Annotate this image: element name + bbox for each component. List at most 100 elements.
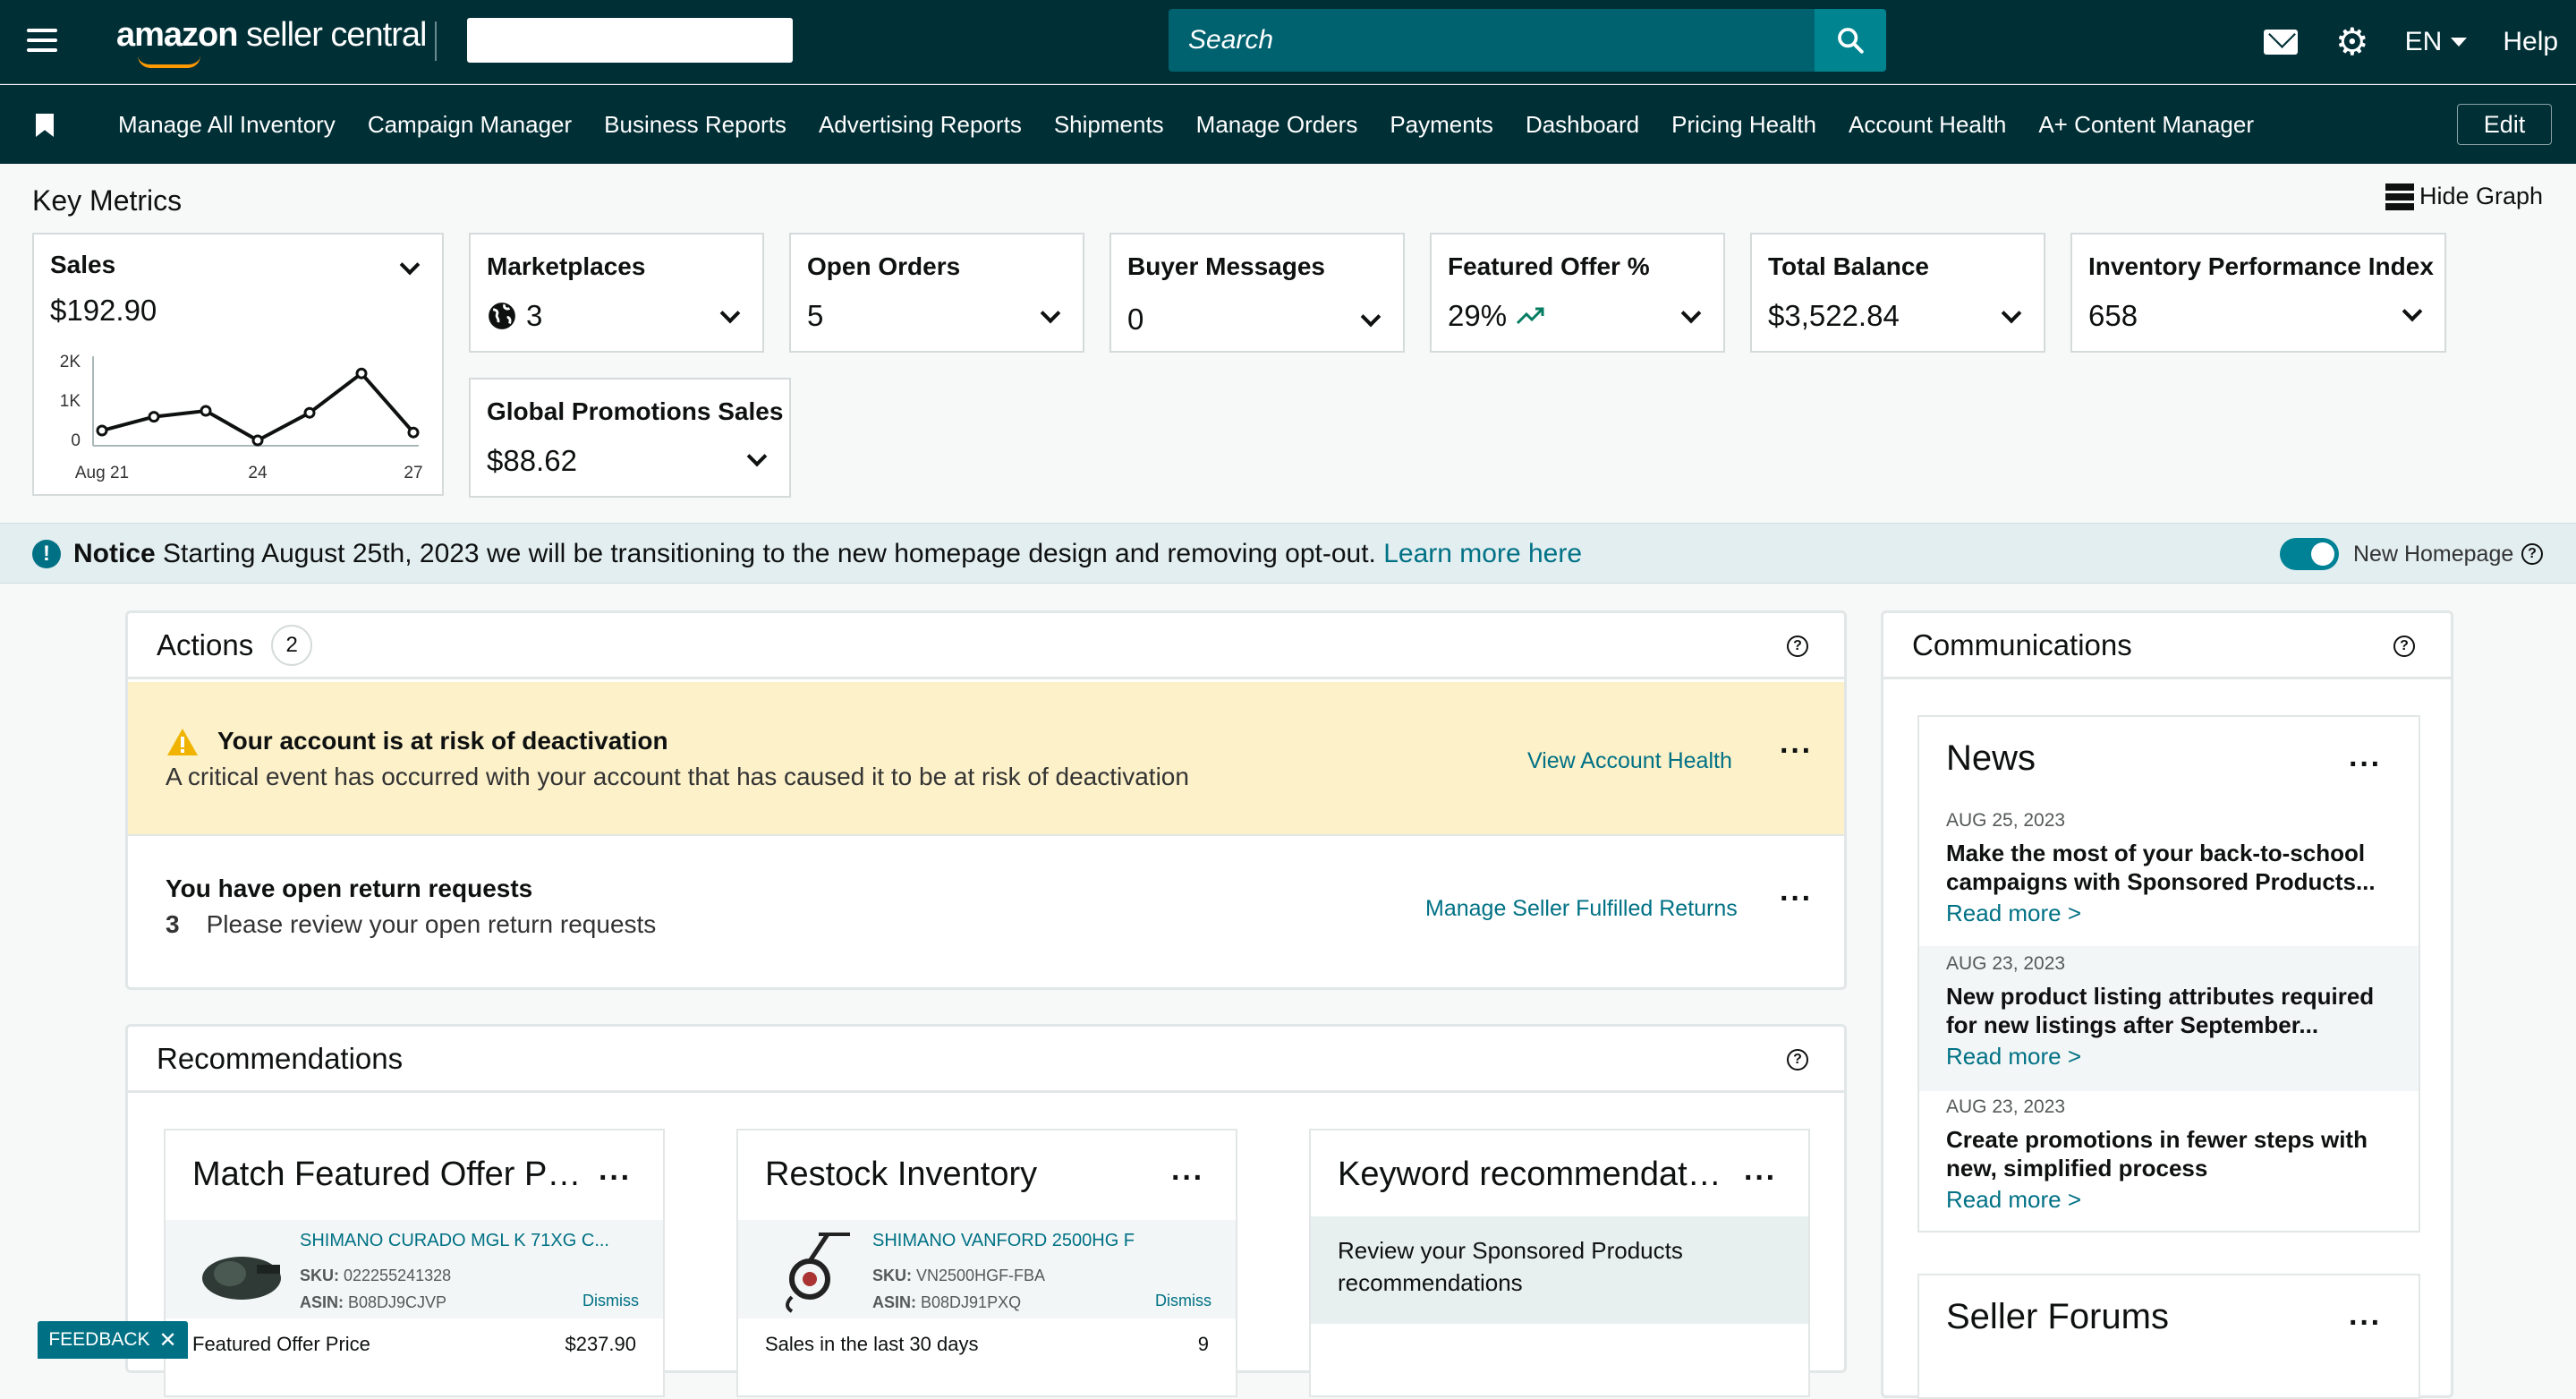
help-icon[interactable]: ? [2521,543,2543,565]
sku-label: SKU: [872,1267,912,1284]
sales-line [101,371,415,443]
marketplaces-card[interactable]: Marketplaces 3 [469,233,764,353]
nav-advertising-reports[interactable]: Advertising Reports [819,111,1022,139]
bookmark-icon[interactable] [36,114,54,137]
ipi-value: 658 [2088,299,2138,332]
metric-label: Featured Offer Price [192,1333,370,1355]
chevron-down-icon[interactable] [2001,303,2022,324]
sales-card[interactable]: Sales $192.90 2K 1K 0 Aug 21 24 27 [32,233,444,496]
card-title: Keyword recommendat… [1338,1156,1722,1193]
more-options-icon[interactable]: ··· [1171,1163,1204,1193]
alert-title: Your account is at risk of deactivation [217,727,668,755]
keyword-text: Review your Sponsored Products recommend… [1338,1237,1683,1296]
sales-point [148,411,160,423]
chevron-down-icon[interactable] [399,254,421,276]
match-featured-offer-card: Match Featured Offer P… ··· SHIMANO CURA… [164,1129,665,1397]
notice-banner: ! Notice Starting August 25th, 2023 we w… [0,523,2576,584]
more-options-icon[interactable]: ··· [1780,883,1813,914]
chevron-down-icon[interactable] [746,446,768,467]
open-orders-card[interactable]: Open Orders 5 [789,233,1084,353]
nav-pricing-health[interactable]: Pricing Health [1671,111,1816,139]
dismiss-link[interactable]: Dismiss [1155,1292,1211,1310]
news-item[interactable]: AUG 23, 2023 New product listing attribu… [1919,946,2419,1091]
nav-shipments[interactable]: Shipments [1054,111,1164,139]
product-title-link[interactable]: SHIMANO VANFORD 2500HG F [872,1231,1135,1251]
search-input[interactable] [1169,9,1813,72]
hide-graph-button[interactable]: Hide Graph [2385,183,2543,210]
menu-icon[interactable] [27,29,57,52]
chevron-down-icon[interactable] [1040,303,1061,324]
dismiss-link[interactable]: Dismiss [582,1292,639,1310]
news-date: AUG 23, 2023 [1946,953,2066,974]
sku-value: 022255241328 [344,1267,452,1284]
sku-label: SKU: [300,1267,339,1284]
globe-icon [489,303,515,329]
gear-icon[interactable]: ⚙ [2335,23,2369,61]
buyer-messages-card[interactable]: Buyer Messages 0 [1109,233,1405,353]
read-more-link[interactable]: Read more > [1946,1186,2419,1214]
nav-account-health[interactable]: Account Health [1849,111,2006,139]
new-homepage-toggle[interactable] [2280,538,2339,570]
trending-up-icon [1517,307,1544,325]
nav-manage-orders[interactable]: Manage Orders [1196,111,1358,139]
read-more-link[interactable]: Read more > [1946,900,2419,927]
learn-more-link[interactable]: Learn more here [1383,539,1582,568]
product-row: SHIMANO CURADO MGL K 71XG C... SKU: 0222… [166,1220,663,1318]
amazon-seller-central-logo[interactable]: amazon seller central [116,16,427,68]
search-button[interactable] [1815,9,1886,72]
sku-value: VN2500HGF-FBA [916,1267,1046,1284]
more-options-icon[interactable]: ··· [1780,736,1813,766]
messages-icon[interactable] [2264,30,2298,55]
total-balance-card[interactable]: Total Balance $3,522.84 [1750,233,2045,353]
deactivation-alert: Your account is at risk of deactivation … [128,682,1844,836]
actions-title: Actions [157,627,254,661]
chevron-down-icon[interactable] [1680,303,1702,324]
product-title-link[interactable]: SHIMANO CURADO MGL K 71XG C... [300,1231,609,1251]
nav-campaign-manager[interactable]: Campaign Manager [368,111,572,139]
close-icon[interactable]: ✕ [159,1327,177,1353]
nav-bar: Manage All Inventory Campaign Manager Bu… [0,85,2576,164]
sku-row: SKU: 022255241328 [300,1267,451,1285]
graph-icon [2385,183,2414,210]
chevron-down-icon[interactable] [719,303,741,324]
info-icon: ! [32,540,61,568]
help-link[interactable]: Help [2503,27,2558,57]
more-options-icon[interactable]: ··· [1744,1163,1777,1193]
language-selector[interactable]: EN [2405,27,2468,57]
news-headline: Create promotions in fewer steps with ne… [1946,1126,2368,1181]
language-label: EN [2404,27,2443,56]
view-account-health-link[interactable]: View Account Health [1527,748,1732,774]
marketplaces-label: Marketplaces [487,252,646,280]
nav-payments[interactable]: Payments [1390,111,1493,139]
news-item[interactable]: AUG 25, 2023 Make the most of your back-… [1919,810,2419,948]
logo-text-seller-central: seller central [237,16,427,54]
featured-offer-card[interactable]: Featured Offer % 29% [1430,233,1725,353]
account-switcher[interactable] [467,18,793,63]
help-icon[interactable]: ? [1787,636,1808,657]
marketplaces-value: 3 [526,299,543,332]
seller-forums-title: Seller Forums [1946,1297,2169,1336]
chevron-down-icon[interactable] [1360,306,1382,328]
new-homepage-label: New Homepage [2353,542,2514,567]
nav-manage-all-inventory[interactable]: Manage All Inventory [118,111,336,139]
communications-header: Communications ? [1883,613,2451,679]
more-options-icon[interactable]: ··· [599,1163,632,1193]
nav-business-reports[interactable]: Business Reports [604,111,786,139]
read-more-link[interactable]: Read more > [1946,1043,2419,1071]
manage-returns-link[interactable]: Manage Seller Fulfilled Returns [1425,896,1738,922]
help-icon[interactable]: ? [1787,1049,1808,1071]
nav-a-plus-content-manager[interactable]: A+ Content Manager [2038,111,2254,139]
logo-text-amazon: amazon [116,16,238,54]
featured-offer-value: 29% [1448,299,1508,332]
more-options-icon[interactable]: ··· [2349,749,2382,780]
feedback-button[interactable]: FEEDBACK ✕ [38,1321,188,1359]
inventory-performance-card[interactable]: Inventory Performance Index 658 [2070,233,2446,353]
more-options-icon[interactable]: ··· [2349,1308,2382,1338]
chevron-down-icon[interactable] [2402,301,2423,322]
communications-title: Communications [1912,627,2132,661]
news-item[interactable]: AUG 23, 2023 Create promotions in fewer … [1919,1096,2419,1231]
help-icon[interactable]: ? [2393,636,2415,657]
edit-nav-button[interactable]: Edit [2457,104,2552,145]
nav-dashboard[interactable]: Dashboard [1526,111,1639,139]
global-promotions-card[interactable]: Global Promotions Sales $88.62 [469,378,791,498]
